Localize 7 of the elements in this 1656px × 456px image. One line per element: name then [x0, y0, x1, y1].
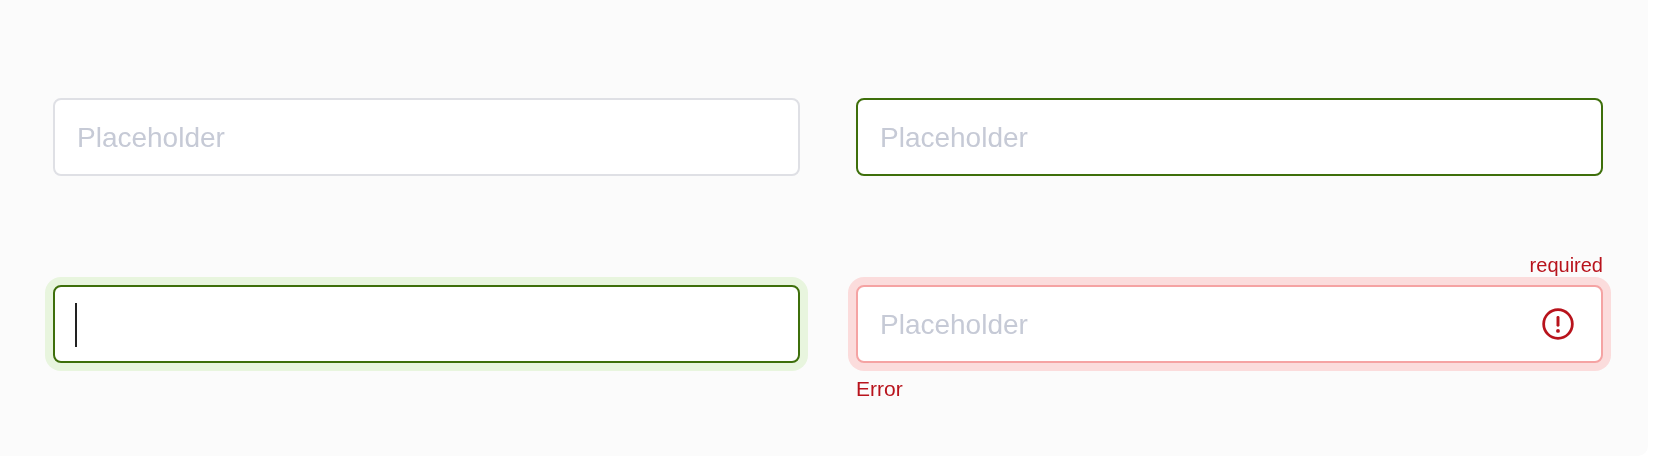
- warning-icon: [1541, 307, 1575, 341]
- input-field[interactable]: Placeholder: [856, 98, 1603, 176]
- error-message: Error: [856, 377, 903, 401]
- text-cursor: [75, 303, 77, 347]
- input-field[interactable]: [53, 285, 800, 363]
- required-label: required: [1529, 253, 1603, 277]
- input-field[interactable]: Placeholder: [856, 285, 1603, 363]
